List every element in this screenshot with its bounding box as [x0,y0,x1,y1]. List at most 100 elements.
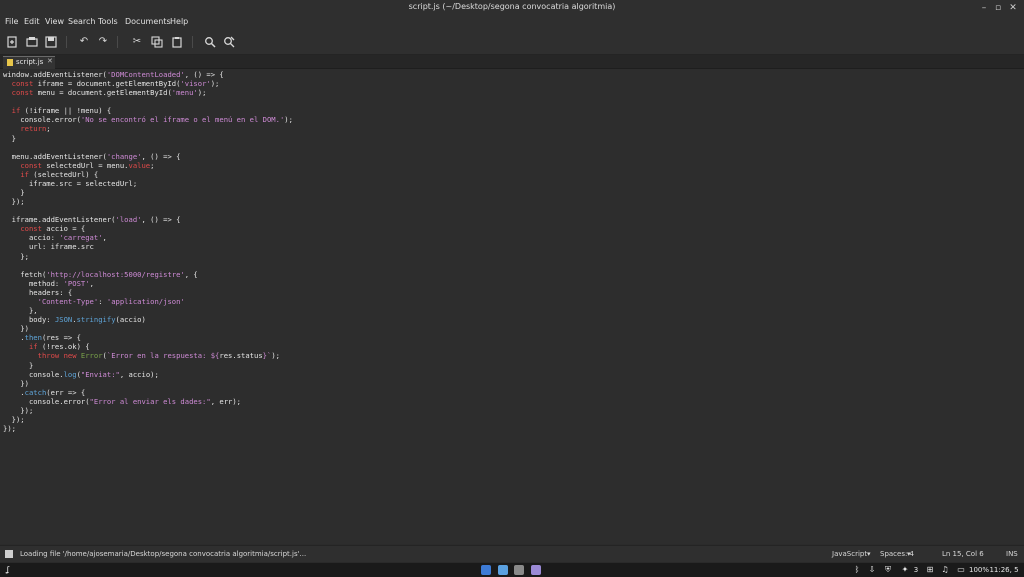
system-menu-icon[interactable]: ʆ [2,564,14,576]
menu-search[interactable]: Search [68,17,95,26]
code-token: 'menu' [171,88,198,98]
code-line[interactable]: throw new Error(`Error en la respuesta: … [3,351,293,360]
code-line[interactable]: ​ [3,206,293,215]
network-icon[interactable]: ⊞ [925,564,935,576]
menu-documents[interactable]: Documents [125,17,171,26]
code-line[interactable]: ​ [3,261,293,270]
paste-icon[interactable] [170,35,184,49]
side-panel-icon[interactable] [5,550,13,558]
close-icon[interactable]: ✕ [1007,2,1019,14]
menu-view[interactable]: View [45,17,64,26]
code-line[interactable]: } [3,361,293,370]
code-line[interactable]: headers: { [3,288,293,297]
code-line[interactable]: }); [3,415,293,424]
menu-help[interactable]: Help [170,17,188,26]
copy-icon[interactable] [150,35,164,49]
title-bar: script.js (~/Desktop/segona convocatria … [0,0,1024,16]
code-line[interactable]: const accio = { [3,224,293,233]
chevron-down-icon[interactable]: ▾ [867,550,871,558]
code-line[interactable]: if (!iframe || !menu) { [3,106,293,115]
battery-icon[interactable]: ▭ [956,564,966,576]
language-selector[interactable]: JavaScript [832,550,867,558]
clock[interactable]: 11:26, 5 [989,564,1019,576]
code-line[interactable]: console.log("Enviat:", accio); [3,370,293,379]
code-line[interactable]: .catch(err => { [3,388,293,397]
code-line[interactable]: return; [3,124,293,133]
bluetooth-icon[interactable]: ᛒ [852,564,862,576]
new-file-icon[interactable] [5,35,19,49]
save-icon[interactable] [44,35,58,49]
code-line[interactable]: .then(res => { [3,333,293,342]
code-line[interactable]: 'Content-Type': 'application/json' [3,297,293,306]
code-line[interactable]: }); [3,197,293,206]
code-token: const [11,88,34,98]
menu-tools[interactable]: Tools [98,17,118,26]
code-line[interactable]: window.addEventListener('DOMContentLoade… [3,70,293,79]
code-line[interactable]: console.error("Error al enviar els dades… [3,397,293,406]
code-token: iframe = document.getElementById( [33,79,181,89]
code-line[interactable]: console.error('No se encontró el iframe … [3,115,293,124]
search-icon[interactable] [203,35,217,49]
code-token: 'application/json' [106,296,185,306]
code-token: if [11,106,21,116]
files-icon[interactable] [514,565,524,575]
sound-icon[interactable]: ♫ [940,564,950,576]
terminal-icon[interactable] [498,565,508,575]
code-line[interactable]: const selectedUrl = menu.value; [3,161,293,170]
minimize-icon[interactable]: – [978,2,990,14]
tab-script-js[interactable]: script.js ✕ [3,56,55,69]
code-token: }) [3,324,29,334]
code-line[interactable]: if (selectedUrl) { [3,170,293,179]
close-tab-icon[interactable]: ✕ [47,57,53,65]
find-replace-icon[interactable] [222,35,236,49]
js-file-icon [7,59,13,66]
code-line[interactable]: } [3,188,293,197]
notification-icon[interactable]: ✦ [900,564,910,576]
chevron-down-icon[interactable]: ▾ [907,550,911,558]
code-line[interactable]: url: iframe.src [3,242,293,251]
code-line[interactable]: }) [3,379,293,388]
code-token: (!res.ok) { [37,342,90,352]
open-file-icon[interactable] [25,35,39,49]
code-line[interactable]: ​ [3,97,293,106]
updates-icon[interactable]: ⇩ [867,564,877,576]
code-line[interactable]: iframe.src = selectedUrl; [3,179,293,188]
maximize-icon[interactable]: ▫ [992,2,1004,14]
code-line[interactable]: const iframe = document.getElementById('… [3,79,293,88]
cut-icon[interactable]: ✂ [130,35,144,49]
code-token: } [3,360,34,370]
code-token: (selectedUrl) { [28,169,99,179]
code-line[interactable]: if (!res.ok) { [3,342,293,351]
code-line[interactable]: }); [3,424,293,433]
code-line[interactable]: } [3,134,293,143]
menu-file[interactable]: File [5,17,18,26]
code-line[interactable]: iframe.addEventListener('load', () => { [3,215,293,224]
text-editor-icon[interactable] [531,565,541,575]
code-token: fetch( [3,269,47,279]
code-editor[interactable]: window.addEventListener('DOMContentLoade… [0,69,1024,544]
code-line[interactable]: }, [3,306,293,315]
redo-icon[interactable]: ↷ [96,35,110,49]
code-line[interactable]: accio: 'carregat', [3,233,293,242]
menu-edit[interactable]: Edit [24,17,40,26]
code-line[interactable]: menu.addEventListener('change', () => { [3,152,293,161]
code-line[interactable]: }) [3,324,293,333]
code-line[interactable]: fetch('http://localhost:5000/registre', … [3,270,293,279]
code-line[interactable]: const menu = document.getElementById('me… [3,88,293,97]
code-line[interactable]: }; [3,252,293,261]
code-line[interactable]: body: JSON.stringify(accio) [3,315,293,324]
code-line[interactable]: }); [3,406,293,415]
code-token: , [89,278,94,288]
code-token: 'http://localhost:5000/registre' [46,269,185,279]
code-content[interactable]: window.addEventListener('DOMContentLoade… [3,70,293,433]
code-token: 'change' [106,151,142,161]
code-line[interactable]: method: 'POST', [3,279,293,288]
code-line[interactable]: ​ [3,143,293,152]
undo-icon[interactable]: ↶ [77,35,91,49]
code-token: }) [3,378,29,388]
browser-icon[interactable] [481,565,491,575]
shield-icon[interactable]: ⛨ [883,564,893,576]
